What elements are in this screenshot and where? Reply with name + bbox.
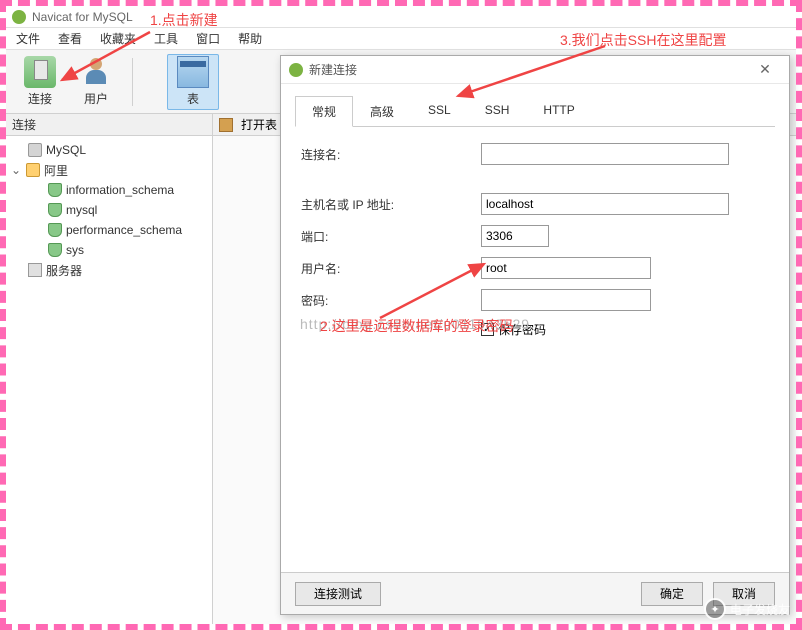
- menu-view[interactable]: 查看: [58, 30, 82, 47]
- schema-icon: [48, 223, 62, 237]
- menu-window[interactable]: 窗口: [196, 30, 220, 47]
- user-input[interactable]: [481, 257, 651, 279]
- menu-help[interactable]: 帮助: [238, 30, 262, 47]
- connection-name-label: 连接名:: [301, 146, 481, 163]
- port-input[interactable]: [481, 225, 549, 247]
- table-label: 表: [187, 90, 199, 107]
- dialog-titlebar[interactable]: 新建连接 ✕: [281, 56, 789, 84]
- menu-bar: 文件 查看 收藏夹 工具 窗口 帮助: [6, 28, 796, 50]
- tree-item-schema[interactable]: information_schema: [6, 180, 212, 200]
- password-label: 密码:: [301, 292, 481, 309]
- separator: [132, 58, 133, 106]
- connection-tree[interactable]: MySQL ⌄ 阿里 information_schema mysql: [6, 136, 212, 624]
- user-icon: [80, 56, 112, 88]
- tree-item-server[interactable]: 服务器: [6, 260, 212, 280]
- table-icon: [177, 56, 209, 88]
- tab-ssl[interactable]: SSL: [411, 96, 468, 127]
- user-label: 用户名:: [301, 260, 481, 277]
- new-connection-dialog: 新建连接 ✕ 常规 高级 SSL SSH HTTP 连接名: 主机名或 IP 地…: [280, 55, 790, 615]
- connection-button[interactable]: 连接: [14, 54, 66, 110]
- schema-icon: [48, 183, 62, 197]
- server-icon: [28, 263, 42, 277]
- connection-icon: [24, 56, 56, 88]
- db-open-icon: [26, 163, 40, 177]
- tab-general[interactable]: 常规: [295, 96, 353, 127]
- tree-item-schema[interactable]: performance_schema: [6, 220, 212, 240]
- dialog-title: 新建连接: [309, 61, 749, 78]
- tab-ssh[interactable]: SSH: [468, 96, 527, 127]
- table-button[interactable]: 表: [167, 54, 219, 110]
- open-table-icon: [219, 118, 233, 132]
- user-button[interactable]: 用户: [70, 54, 122, 110]
- app-icon: [12, 10, 26, 24]
- tree-item-schema[interactable]: mysql: [6, 200, 212, 220]
- save-password-label: 保存密码: [498, 321, 546, 338]
- title-bar: Navicat for MySQL: [6, 6, 796, 28]
- test-connection-button[interactable]: 连接测试: [295, 582, 381, 606]
- brand-logo: ✦ 电子发烧友: [704, 598, 790, 620]
- port-label: 端口:: [301, 228, 481, 245]
- menu-tools[interactable]: 工具: [154, 30, 178, 47]
- menu-favorites[interactable]: 收藏夹: [100, 30, 136, 47]
- tab-http[interactable]: HTTP: [526, 96, 591, 127]
- connection-name-input[interactable]: [481, 143, 729, 165]
- tree-item-schema[interactable]: sys: [6, 240, 212, 260]
- tree-item-ali[interactable]: ⌄ 阿里: [6, 160, 212, 180]
- host-label: 主机名或 IP 地址:: [301, 196, 481, 213]
- password-input[interactable]: [481, 289, 651, 311]
- connection-label: 连接: [28, 90, 52, 107]
- tree-item-mysql[interactable]: MySQL: [6, 140, 212, 160]
- menu-file[interactable]: 文件: [16, 30, 40, 47]
- ok-button[interactable]: 确定: [641, 582, 703, 606]
- brand-text: 电子发烧友: [730, 601, 790, 618]
- brand-circle-icon: ✦: [704, 598, 726, 620]
- dialog-tabs: 常规 高级 SSL SSH HTTP: [295, 96, 775, 127]
- user-label: 用户: [84, 90, 108, 107]
- window-title: Navicat for MySQL: [32, 10, 133, 24]
- db-icon: [28, 143, 42, 157]
- save-password-checkbox[interactable]: ✓: [481, 323, 494, 336]
- expand-toggle[interactable]: ⌄: [10, 163, 22, 177]
- dialog-icon: [289, 63, 303, 77]
- tab-advanced[interactable]: 高级: [353, 96, 411, 127]
- schema-icon: [48, 243, 62, 257]
- schema-icon: [48, 203, 62, 217]
- open-table-label[interactable]: 打开表: [241, 116, 277, 133]
- host-input[interactable]: [481, 193, 729, 215]
- close-button[interactable]: ✕: [749, 60, 781, 80]
- sidebar: 连接 MySQL ⌄ 阿里 information_schema: [6, 114, 213, 624]
- sidebar-header: 连接: [6, 114, 212, 136]
